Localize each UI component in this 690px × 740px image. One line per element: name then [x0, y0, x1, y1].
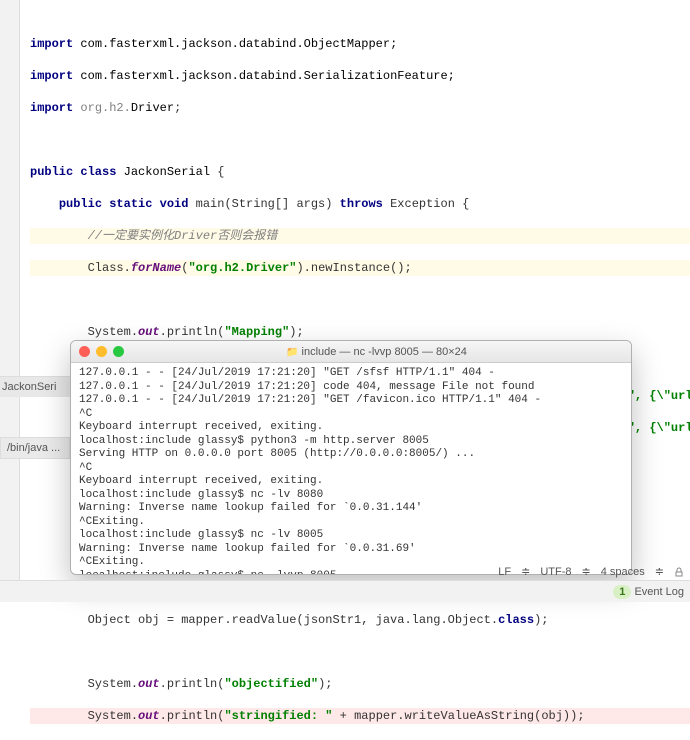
terminal-title: include — nc -lvvp 8005 — 80×24 — [302, 346, 467, 358]
close-icon[interactable] — [79, 346, 90, 357]
terminal-window[interactable]: include — nc -lvvp 8005 — 80×24 127.0.0.… — [70, 340, 632, 575]
folder-icon — [286, 346, 301, 358]
event-log-button[interactable]: 1 Event Log — [613, 586, 684, 598]
comment: //一定要实例化Driver否则会报错 — [88, 229, 278, 243]
run-tool-window[interactable]: JackonSeri /bin/java ... — [0, 376, 70, 459]
status-bar-right: LF ≑ UTF-8 ≑ 4 spaces ≑ — [498, 565, 684, 578]
lock-icon[interactable] — [674, 567, 684, 577]
indent-indicator[interactable]: 4 spaces — [601, 566, 645, 578]
status-bar: 1 Event Log — [0, 580, 690, 602]
terminal-titlebar[interactable]: include — nc -lvvp 8005 — 80×24 — [71, 341, 631, 363]
zoom-icon[interactable] — [113, 346, 124, 357]
encoding-indicator[interactable]: UTF-8 — [540, 566, 571, 578]
file-tab[interactable]: JackonSeri — [0, 376, 70, 397]
run-command-path: /bin/java ... — [0, 437, 70, 459]
line-sep-indicator[interactable]: LF — [498, 566, 511, 578]
minimize-icon[interactable] — [96, 346, 107, 357]
terminal-body[interactable]: 127.0.0.1 - - [24/Jul/2019 17:21:20] "GE… — [71, 363, 631, 575]
class-name: JackonSerial — [124, 165, 210, 179]
